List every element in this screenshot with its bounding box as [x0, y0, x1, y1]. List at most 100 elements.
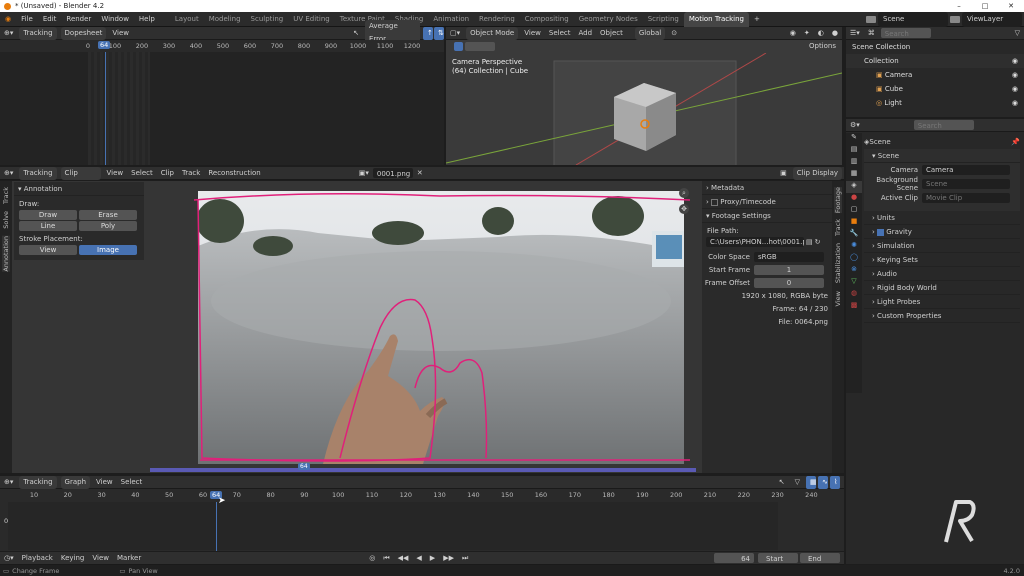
clip-menu-view[interactable]: View: [103, 167, 128, 180]
particles-tab-icon[interactable]: ✺: [846, 241, 862, 253]
select-icon[interactable]: ↖: [349, 27, 363, 40]
vtab-stabilization[interactable]: Stabilization: [834, 243, 842, 283]
proxy-panel[interactable]: › Proxy/Timecode: [702, 195, 832, 209]
render-tab-icon[interactable]: ▤: [846, 145, 862, 157]
color-space-dropdown[interactable]: sRGB: [754, 251, 824, 262]
active-clip-field[interactable]: Movie Clip: [922, 193, 1010, 203]
visibility-eye-icon[interactable]: ◉: [1012, 96, 1018, 110]
next-key-icon[interactable]: ▶▶: [439, 552, 458, 565]
gizmo-icon[interactable]: ✦: [800, 27, 814, 40]
timeline-view-menu[interactable]: View: [88, 552, 113, 565]
scene-selector[interactable]: Scene: [878, 11, 948, 27]
menu-render[interactable]: Render: [61, 12, 96, 27]
viewport-menu-add[interactable]: Add: [574, 27, 596, 40]
data-tab-icon[interactable]: ▽: [846, 277, 862, 289]
maximize-button[interactable]: □: [972, 2, 998, 10]
world-tab-icon[interactable]: ●: [846, 193, 862, 205]
viewport-menu-object[interactable]: Object: [596, 27, 627, 40]
dopesheet-channel-area[interactable]: [88, 52, 150, 165]
folder-icon[interactable]: ▤: [806, 238, 813, 246]
menu-edit[interactable]: Edit: [38, 12, 62, 27]
funnel-icon[interactable]: ▽: [1011, 27, 1024, 40]
transform-orientation-dropdown[interactable]: Global: [634, 27, 666, 40]
clip-mode-dropdown[interactable]: Clip: [60, 166, 101, 180]
graph-menu-view[interactable]: View: [92, 476, 117, 489]
outliner-item[interactable]: ▣ Camera ◉: [846, 68, 1024, 82]
end-frame-timeline[interactable]: End 230: [800, 553, 840, 576]
sort-ascending-icon[interactable]: ↑: [423, 26, 433, 40]
jump-start-icon[interactable]: ⏮: [379, 552, 393, 565]
editor-tracking-dropdown[interactable]: Tracking: [19, 26, 57, 40]
marker-menu[interactable]: Marker: [113, 552, 145, 565]
shading-solid-icon[interactable]: ●: [828, 27, 842, 40]
editor-type-icon[interactable]: ⊕▾: [0, 27, 17, 40]
visibility-eye-icon[interactable]: ◉: [1012, 82, 1018, 96]
jump-end-icon[interactable]: ⏭: [458, 552, 472, 565]
zoom-icon[interactable]: ⌕: [679, 188, 689, 198]
keying-sets-panel[interactable]: › Keying Sets: [864, 253, 1020, 267]
clip-frame-indicator[interactable]: 64: [298, 463, 310, 470]
outliner-item[interactable]: ◎ Light ◉: [846, 96, 1024, 110]
vtab-track-right[interactable]: Track: [834, 219, 842, 236]
tool-tab-icon[interactable]: ✎: [846, 133, 862, 145]
tab-scripting[interactable]: Scripting: [643, 12, 684, 27]
options-dropdown[interactable]: Options: [804, 40, 840, 52]
editor-type-icon[interactable]: ⚙▾: [846, 119, 864, 132]
scene-tab-icon[interactable]: ◈: [846, 181, 862, 193]
line-button[interactable]: Line: [19, 221, 77, 231]
background-scene-field[interactable]: Scene: [922, 179, 1010, 189]
snap-icon[interactable]: ⊙: [667, 27, 681, 40]
select-icon[interactable]: ↖: [775, 476, 789, 489]
clip-display-dropdown[interactable]: Clip Display: [792, 166, 842, 180]
poly-button[interactable]: Poly: [79, 221, 137, 231]
close-button[interactable]: ✕: [998, 2, 1024, 10]
tab-sculpting[interactable]: Sculpting: [246, 12, 289, 27]
vtab-track[interactable]: Track: [2, 187, 10, 204]
editor-type-icon[interactable]: ⊕▾: [0, 476, 17, 489]
collection-tab-icon[interactable]: ▢: [846, 205, 862, 217]
viewport-menu-view[interactable]: View: [520, 27, 545, 40]
clip-browse-icon[interactable]: ▣▾: [355, 167, 373, 180]
graph-menu-select[interactable]: Select: [117, 476, 147, 489]
minimize-button[interactable]: –: [946, 2, 972, 10]
vtab-footage[interactable]: Footage: [834, 187, 842, 214]
select-box-icon[interactable]: [454, 41, 463, 51]
annotation-panel-header[interactable]: ▾ Annotation: [14, 182, 144, 196]
menu-window[interactable]: Window: [96, 12, 134, 27]
graph-ruler[interactable]: 10 20 30 40 50 60 70 80 90 100 110 120 130 140 150 160 1…: [0, 489, 844, 501]
visibility-eye-icon[interactable]: ◉: [1012, 54, 1018, 68]
scene-panel-header[interactable]: ▾ Scene: [864, 149, 1020, 163]
outliner-search[interactable]: Search: [880, 28, 931, 38]
audio-panel[interactable]: › Audio: [864, 267, 1020, 281]
clip-close-icon[interactable]: ✕: [413, 167, 427, 180]
physics-tab-icon[interactable]: ◯: [846, 253, 862, 265]
start-frame-timeline[interactable]: Start 1: [758, 553, 798, 576]
properties-search[interactable]: Search: [913, 120, 974, 130]
editor-type-icon[interactable]: ☰▾: [846, 27, 864, 40]
play-icon[interactable]: ▶: [426, 552, 439, 565]
simulation-panel[interactable]: › Simulation: [864, 239, 1020, 253]
play-reverse-icon[interactable]: ◀: [412, 552, 425, 565]
pan-icon[interactable]: ✥: [679, 204, 689, 214]
overlay-icon[interactable]: ◐: [814, 27, 828, 40]
vtab-annotation[interactable]: Annotation: [2, 236, 10, 272]
view-layer-selector[interactable]: ViewLayer: [962, 11, 1022, 27]
graph-mode-dropdown[interactable]: Graph: [60, 475, 91, 489]
show-error-icon[interactable]: ⌇: [830, 475, 840, 489]
object-mode-dropdown[interactable]: Object Mode: [466, 27, 519, 40]
display-icon[interactable]: ▣: [776, 167, 791, 180]
modifier-tab-icon[interactable]: 🔧: [846, 229, 862, 241]
tab-modeling[interactable]: Modeling: [204, 12, 246, 27]
current-frame-indicator[interactable]: 64: [98, 41, 111, 49]
blender-menu-icon[interactable]: ◉: [0, 12, 16, 27]
clip-menu-reconstruction[interactable]: Reconstruction: [204, 167, 264, 180]
outliner-item[interactable]: ▣ Cube ◉: [846, 82, 1024, 96]
light-probes-panel[interactable]: › Light Probes: [864, 295, 1020, 309]
prev-key-icon[interactable]: ◀◀: [394, 552, 413, 565]
outliner-item[interactable]: Scene Collection: [846, 40, 1024, 54]
tab-geometry-nodes[interactable]: Geometry Nodes: [574, 12, 643, 27]
clip-menu-select[interactable]: Select: [127, 167, 157, 180]
clip-menu-track[interactable]: Track: [178, 167, 204, 180]
output-tab-icon[interactable]: ▥: [846, 157, 862, 169]
current-frame-field[interactable]: 64: [714, 553, 754, 563]
